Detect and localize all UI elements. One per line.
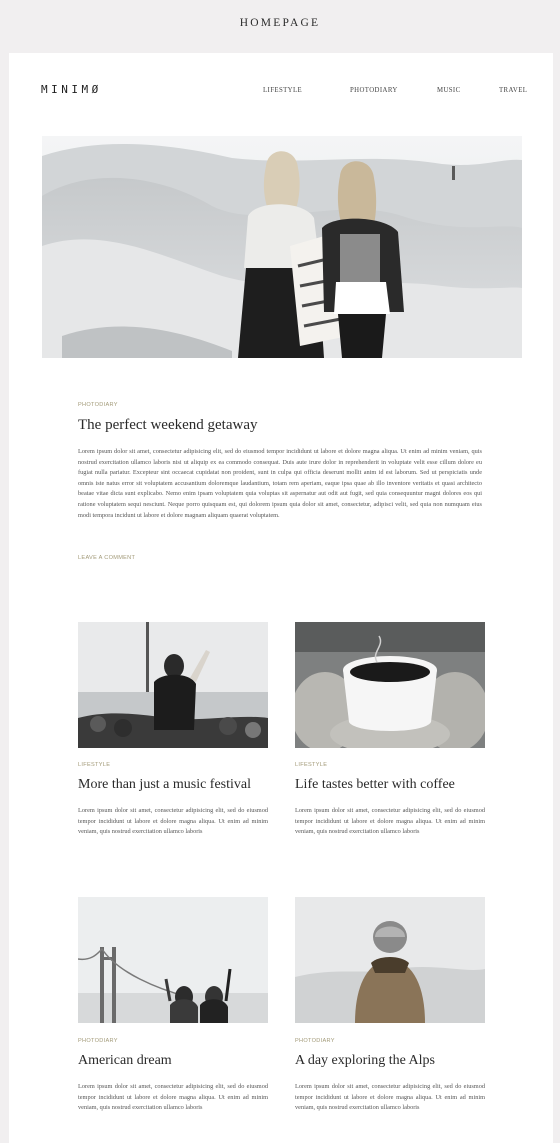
post-thumbnail-american-dream[interactable] xyxy=(78,897,268,1023)
post-thumbnail-alps[interactable] xyxy=(295,897,485,1023)
nav-item-travel[interactable]: TRAVEL xyxy=(499,87,527,94)
bridge-photo-illustration xyxy=(78,897,268,1023)
post-category[interactable]: PHOTODIARY xyxy=(78,1038,118,1044)
hero-image[interactable] xyxy=(42,136,522,358)
page-label: HOMEPAGE xyxy=(239,17,321,29)
post-title[interactable]: More than just a music festival xyxy=(78,777,251,793)
post-title[interactable]: A day exploring the Alps xyxy=(295,1053,435,1069)
featured-category[interactable]: PHOTODIARY xyxy=(78,402,118,408)
post-excerpt: Lorem ipsum dolor sit amet, consectetur … xyxy=(78,1083,268,1112)
post-excerpt: Lorem ipsum dolor sit amet, consectetur … xyxy=(295,1083,485,1112)
post-thumbnail-coffee[interactable] xyxy=(295,622,485,748)
site-logo[interactable]: MINIMØ xyxy=(41,83,102,96)
post-excerpt: Lorem ipsum dolor sit amet, consectetur … xyxy=(78,807,268,836)
leave-comment-link[interactable]: LEAVE A COMMENT xyxy=(78,555,135,561)
post-title[interactable]: Life tastes better with coffee xyxy=(295,777,455,793)
post-category[interactable]: LIFESTYLE xyxy=(295,762,327,768)
post-excerpt: Lorem ipsum dolor sit amet, consectetur … xyxy=(295,807,485,836)
post-category[interactable]: LIFESTYLE xyxy=(78,762,110,768)
post-category[interactable]: PHOTODIARY xyxy=(295,1038,335,1044)
nav-item-lifestyle[interactable]: LIFESTYLE xyxy=(263,87,302,94)
nav-item-music[interactable]: MUSIC xyxy=(437,87,461,94)
hero-photo-illustration xyxy=(42,136,522,358)
post-thumbnail-music-festival[interactable] xyxy=(78,622,268,748)
alps-photo-illustration xyxy=(295,897,485,1023)
festival-photo-illustration xyxy=(78,622,268,748)
featured-body: Lorem ipsum dolor sit amet, consectetur … xyxy=(78,448,482,519)
post-title[interactable]: American dream xyxy=(78,1053,172,1069)
coffee-photo-illustration xyxy=(295,622,485,748)
featured-title[interactable]: The perfect weekend getaway xyxy=(78,417,257,434)
nav-item-photodiary[interactable]: PHOTODIARY xyxy=(350,87,398,94)
